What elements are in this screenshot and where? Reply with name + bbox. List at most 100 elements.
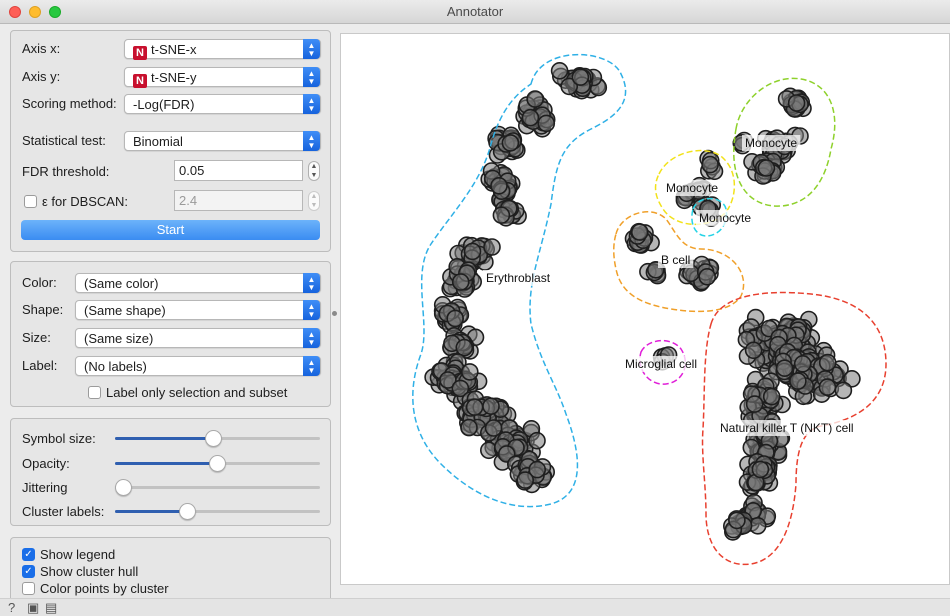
label-label: Label: bbox=[22, 358, 58, 373]
chevron-updown-icon: ▲ ▼ bbox=[303, 131, 320, 151]
slider-knob[interactable] bbox=[178, 503, 196, 520]
status-bar: ? ▣ ▤ bbox=[0, 598, 950, 616]
data-point bbox=[698, 268, 717, 286]
symbol-size-label: Symbol size: bbox=[22, 431, 96, 446]
color-value: (Same color) bbox=[84, 276, 159, 291]
chevron-updown-icon: ▲ ▼ bbox=[303, 300, 320, 320]
data-point bbox=[757, 159, 776, 177]
data-point bbox=[492, 206, 511, 224]
color-label: Color: bbox=[22, 275, 57, 290]
data-point bbox=[701, 155, 719, 174]
fdr-threshold-field[interactable]: 0.05 bbox=[174, 160, 303, 181]
data-point bbox=[775, 359, 794, 378]
eps-dbscan-label: ε for DBSCAN: bbox=[42, 194, 128, 209]
data-point bbox=[483, 238, 501, 256]
data-point bbox=[818, 353, 837, 372]
label-combo[interactable]: (No labels) ▲ ▼ bbox=[75, 356, 321, 376]
data-point bbox=[834, 381, 853, 400]
data-point bbox=[465, 398, 484, 416]
axis-y-value: t-SNE-y bbox=[151, 70, 197, 85]
data-point bbox=[787, 94, 806, 112]
data-point bbox=[482, 397, 500, 416]
cluster-label: Monocyte bbox=[699, 211, 751, 225]
color-points-checkbox[interactable] bbox=[22, 582, 35, 595]
eps-dbscan-checkbox[interactable] bbox=[24, 195, 37, 208]
chevron-updown-icon: ▲ ▼ bbox=[303, 273, 320, 293]
axis-x-label: Axis x: bbox=[22, 41, 61, 56]
label-value: (No labels) bbox=[84, 359, 147, 374]
slider-fill bbox=[115, 510, 187, 513]
axis-x-combo[interactable]: Nt-SNE-x ▲ ▼ bbox=[124, 39, 321, 60]
save-icon[interactable]: ▣ bbox=[27, 600, 39, 616]
help-icon[interactable]: ? bbox=[8, 600, 15, 615]
data-point bbox=[818, 378, 837, 396]
slider-fill bbox=[115, 437, 214, 440]
splitter-handle[interactable] bbox=[332, 311, 337, 316]
data-point bbox=[630, 223, 649, 241]
data-point bbox=[516, 471, 534, 489]
opacity-slider[interactable] bbox=[115, 454, 320, 473]
slider-fill bbox=[115, 462, 217, 465]
data-point bbox=[571, 68, 590, 86]
scoring-method-label: Scoring method: bbox=[22, 96, 117, 111]
visual-settings-panel: Symbol size: Opacity: Jittering Cluster … bbox=[10, 418, 331, 526]
chevron-updown-icon: ▲ ▼ bbox=[303, 94, 320, 114]
data-point bbox=[484, 419, 503, 437]
cluster-label: Monocyte bbox=[745, 136, 797, 150]
data-point bbox=[446, 309, 464, 328]
size-label: Size: bbox=[22, 330, 51, 345]
report-icon[interactable]: ▤ bbox=[45, 600, 57, 616]
scatter-plot[interactable]: Erythroblast Monocyte Monocyte Monocyte B ce… bbox=[340, 33, 950, 585]
data-point bbox=[528, 431, 546, 450]
symbol-size-slider[interactable] bbox=[115, 429, 320, 448]
data-point bbox=[501, 134, 520, 152]
statistical-test-label: Statistical test: bbox=[22, 133, 106, 148]
size-combo[interactable]: (Same size) ▲ ▼ bbox=[75, 328, 321, 348]
options-panel: ✓ Show legend ✓ Show cluster hull Color … bbox=[10, 537, 331, 603]
data-point bbox=[526, 90, 544, 108]
slider-knob[interactable] bbox=[205, 430, 223, 447]
attributes-panel: Color: (Same color) ▲ ▼ Shape: (Same shap… bbox=[10, 261, 331, 407]
cluster-label: Monocyte bbox=[666, 181, 718, 195]
fdr-threshold-spinner[interactable]: ▲ ▼ bbox=[308, 161, 320, 181]
data-point bbox=[728, 511, 746, 530]
label-only-selection-checkbox[interactable] bbox=[88, 386, 101, 399]
chevron-updown-icon: ▲ ▼ bbox=[303, 67, 320, 87]
show-cluster-hull-checkbox[interactable]: ✓ bbox=[22, 565, 35, 578]
shape-combo[interactable]: (Same shape) ▲ ▼ bbox=[75, 300, 321, 320]
scoring-method-value: -Log(FDR) bbox=[133, 97, 195, 112]
show-cluster-hull-label: Show cluster hull bbox=[40, 564, 139, 579]
numeric-variable-icon: N bbox=[133, 46, 147, 60]
axis-y-combo[interactable]: Nt-SNE-y ▲ ▼ bbox=[124, 67, 321, 88]
eps-dbscan-spinner[interactable]: ▲ ▼ bbox=[308, 191, 320, 211]
statistical-test-combo[interactable]: Binomial ▲ ▼ bbox=[124, 131, 321, 151]
slider-knob[interactable] bbox=[209, 455, 226, 472]
numeric-variable-icon: N bbox=[133, 74, 147, 88]
show-legend-label: Show legend bbox=[40, 547, 116, 562]
scoring-method-combo[interactable]: -Log(FDR) ▲ ▼ bbox=[124, 94, 321, 114]
data-point bbox=[745, 395, 764, 413]
data-point bbox=[793, 354, 812, 373]
cluster-labels-slider[interactable] bbox=[115, 502, 320, 521]
statistical-test-value: Binomial bbox=[133, 134, 183, 149]
shape-value: (Same shape) bbox=[84, 303, 166, 318]
cluster-label: B cell bbox=[661, 253, 690, 267]
eps-dbscan-field[interactable]: 2.4 bbox=[174, 190, 303, 211]
data-point bbox=[521, 108, 540, 127]
start-button[interactable]: Start bbox=[21, 220, 320, 240]
jittering-slider[interactable] bbox=[115, 478, 320, 497]
scatter-plot-canvas[interactable]: Erythroblast Monocyte Monocyte Monocyte B ce… bbox=[341, 34, 950, 586]
slider-knob[interactable] bbox=[115, 479, 132, 496]
jittering-label: Jittering bbox=[22, 480, 68, 495]
chevron-updown-icon: ▲ ▼ bbox=[303, 328, 320, 348]
slider-track bbox=[115, 486, 320, 489]
size-value: (Same size) bbox=[84, 331, 154, 346]
data-point bbox=[463, 242, 482, 261]
color-combo[interactable]: (Same color) ▲ ▼ bbox=[75, 273, 321, 293]
data-point bbox=[762, 387, 781, 406]
data-point bbox=[744, 341, 763, 360]
annotation-panel: Axis x: Nt-SNE-x ▲ ▼ Axis y: Nt-SNE-y ▲ ▼ … bbox=[10, 30, 331, 252]
show-legend-checkbox[interactable]: ✓ bbox=[22, 548, 35, 561]
opacity-label: Opacity: bbox=[22, 456, 70, 471]
label-only-selection-label: Label only selection and subset bbox=[106, 385, 288, 400]
